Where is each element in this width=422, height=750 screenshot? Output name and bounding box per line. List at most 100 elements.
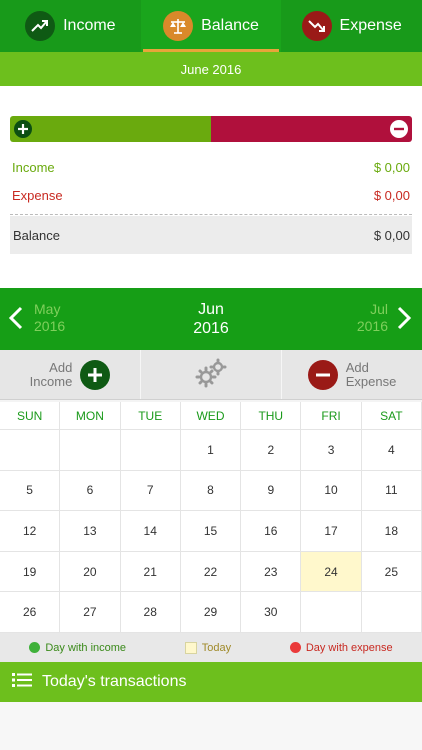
transactions-list (0, 702, 422, 750)
calendar-day[interactable]: 1 (180, 430, 242, 471)
calendar-legend: Day with income Today Day with expense (0, 633, 422, 662)
calendar-day[interactable]: 15 (180, 511, 242, 552)
add-expense-label-line1: Add (345, 359, 369, 375)
action-bar: Add Income Add Expense (0, 350, 422, 400)
income-value: $ 0,00 (373, 160, 410, 175)
todays-transactions-header[interactable]: Today's transactions (0, 662, 422, 702)
add-income-label: Add Income (29, 359, 73, 389)
calendar-grid: 1 2 3 4 5 6 7 8 9 10 11 12 13 14 15 16 17 18 19 20 21 22 23 24 2… (0, 430, 422, 633)
scales-icon (163, 11, 194, 41)
balance-row: Balance $ 0,00 (10, 216, 412, 254)
calendar-day[interactable]: 22 (180, 551, 242, 593)
calendar-day[interactable]: 28 (120, 592, 181, 633)
calendar-empty-cell (60, 430, 121, 471)
calendar-day[interactable]: 20 (60, 551, 121, 593)
next-month-button[interactable]: Jul 2016 (357, 301, 388, 335)
list-icon (12, 672, 32, 693)
calendar-day[interactable]: 8 (180, 470, 242, 512)
calendar-day[interactable]: 11 (361, 470, 422, 512)
expense-value: $ 0,00 (373, 188, 410, 203)
divider (10, 214, 412, 215)
calendar-empty-cell (301, 592, 362, 633)
legend-today-label: Today (201, 641, 232, 654)
calendar-day[interactable]: 17 (301, 511, 362, 552)
calendar-day[interactable]: 7 (120, 470, 181, 512)
calendar-day[interactable]: 16 (241, 511, 302, 552)
legend-income: Day with income (29, 642, 126, 654)
tab-income-label: Income (63, 17, 116, 34)
green-dot-icon (29, 642, 41, 653)
add-income-label-line1: Add (49, 359, 73, 375)
add-income-label-line2: Income (29, 373, 73, 389)
legend-income-label: Day with income (45, 641, 127, 654)
weekday-label: WED (180, 402, 242, 430)
tab-expense[interactable]: Expense (281, 0, 422, 52)
chevron-right-icon[interactable] (394, 305, 414, 331)
tab-income[interactable]: Income (0, 0, 141, 52)
calendar-empty-cell (120, 430, 181, 471)
calendar-weekday-header: SUN MON TUE WED THU FRI SAT (0, 402, 422, 430)
calendar-day[interactable]: 24 (301, 551, 362, 593)
add-income-button[interactable]: Add Income (0, 350, 141, 399)
income-expense-bar (10, 116, 412, 142)
expense-label: Expense (12, 188, 63, 203)
weekday-label: FRI (301, 402, 362, 430)
calendar-day[interactable]: 4 (361, 430, 422, 471)
balance-value: $ 0,00 (373, 227, 410, 243)
income-bar-segment (10, 116, 211, 142)
settings-button[interactable] (141, 350, 282, 399)
trend-up-icon (25, 11, 56, 41)
add-expense-label-line2: Expense (345, 373, 397, 389)
calendar-day[interactable]: 12 (0, 511, 61, 552)
tab-balance[interactable]: Balance (140, 0, 282, 52)
calendar-day[interactable]: 13 (60, 511, 121, 552)
calendar-day[interactable]: 5 (0, 470, 61, 512)
calendar: SUN MON TUE WED THU FRI SAT 1 2 3 4 5 6 7 8 9 10 11 12 13 1… (0, 402, 422, 633)
calendar-day[interactable]: 2 (241, 430, 302, 471)
weekday-label: TUE (120, 402, 181, 430)
calendar-day[interactable]: 23 (241, 551, 302, 593)
calendar-day[interactable]: 21 (120, 551, 181, 593)
calendar-day[interactable]: 3 (301, 430, 362, 471)
legend-today: Today (184, 641, 232, 654)
red-dot-icon (289, 642, 301, 653)
todays-transactions-title: Today's transactions (42, 673, 187, 690)
income-label: Income (12, 160, 55, 175)
tab-balance-label: Balance (201, 17, 259, 34)
plus-circle-icon (80, 359, 111, 390)
calendar-day[interactable]: 19 (0, 551, 61, 593)
calendar-day[interactable]: 25 (361, 551, 422, 593)
add-expense-label: Add Expense (345, 359, 397, 389)
calendar-day[interactable]: 27 (60, 592, 121, 633)
minus-icon[interactable] (390, 120, 408, 138)
calendar-day[interactable]: 9 (241, 470, 302, 512)
balance-label: Balance (13, 227, 60, 243)
tab-expense-label: Expense (339, 17, 402, 34)
plus-icon[interactable] (14, 120, 32, 138)
calendar-day[interactable]: 10 (301, 470, 362, 512)
weekday-label: MON (60, 402, 121, 430)
calendar-empty-cell (0, 430, 61, 471)
next-month-name: Jul (370, 301, 388, 317)
legend-expense: Day with expense (289, 641, 393, 654)
weekday-label: SUN (0, 402, 61, 430)
trend-down-icon (301, 11, 332, 41)
gears-icon (194, 358, 228, 391)
calendar-day[interactable]: 29 (180, 592, 242, 633)
expense-row: Expense $ 0,00 (12, 188, 410, 203)
calendar-empty-cell (361, 592, 422, 633)
period-label: June 2016 (0, 52, 422, 86)
legend-expense-label: Day with expense (305, 641, 393, 654)
calendar-day[interactable]: 30 (241, 592, 302, 633)
summary-card: Income $ 0,00 Expense $ 0,00 Balance $ 0… (0, 86, 422, 288)
add-expense-button[interactable]: Add Expense (282, 350, 422, 399)
expense-bar-segment (211, 116, 412, 142)
calendar-day[interactable]: 14 (120, 511, 181, 552)
top-tab-bar: Income Balance Expense (0, 0, 422, 52)
calendar-day[interactable]: 26 (0, 592, 61, 633)
calendar-day[interactable]: 18 (361, 511, 422, 552)
weekday-label: SAT (361, 402, 422, 430)
month-navigation: May 2016 Jun 2016 Jul 2016 (0, 288, 422, 350)
calendar-day[interactable]: 6 (60, 470, 121, 512)
next-month-year: 2016 (356, 318, 388, 334)
